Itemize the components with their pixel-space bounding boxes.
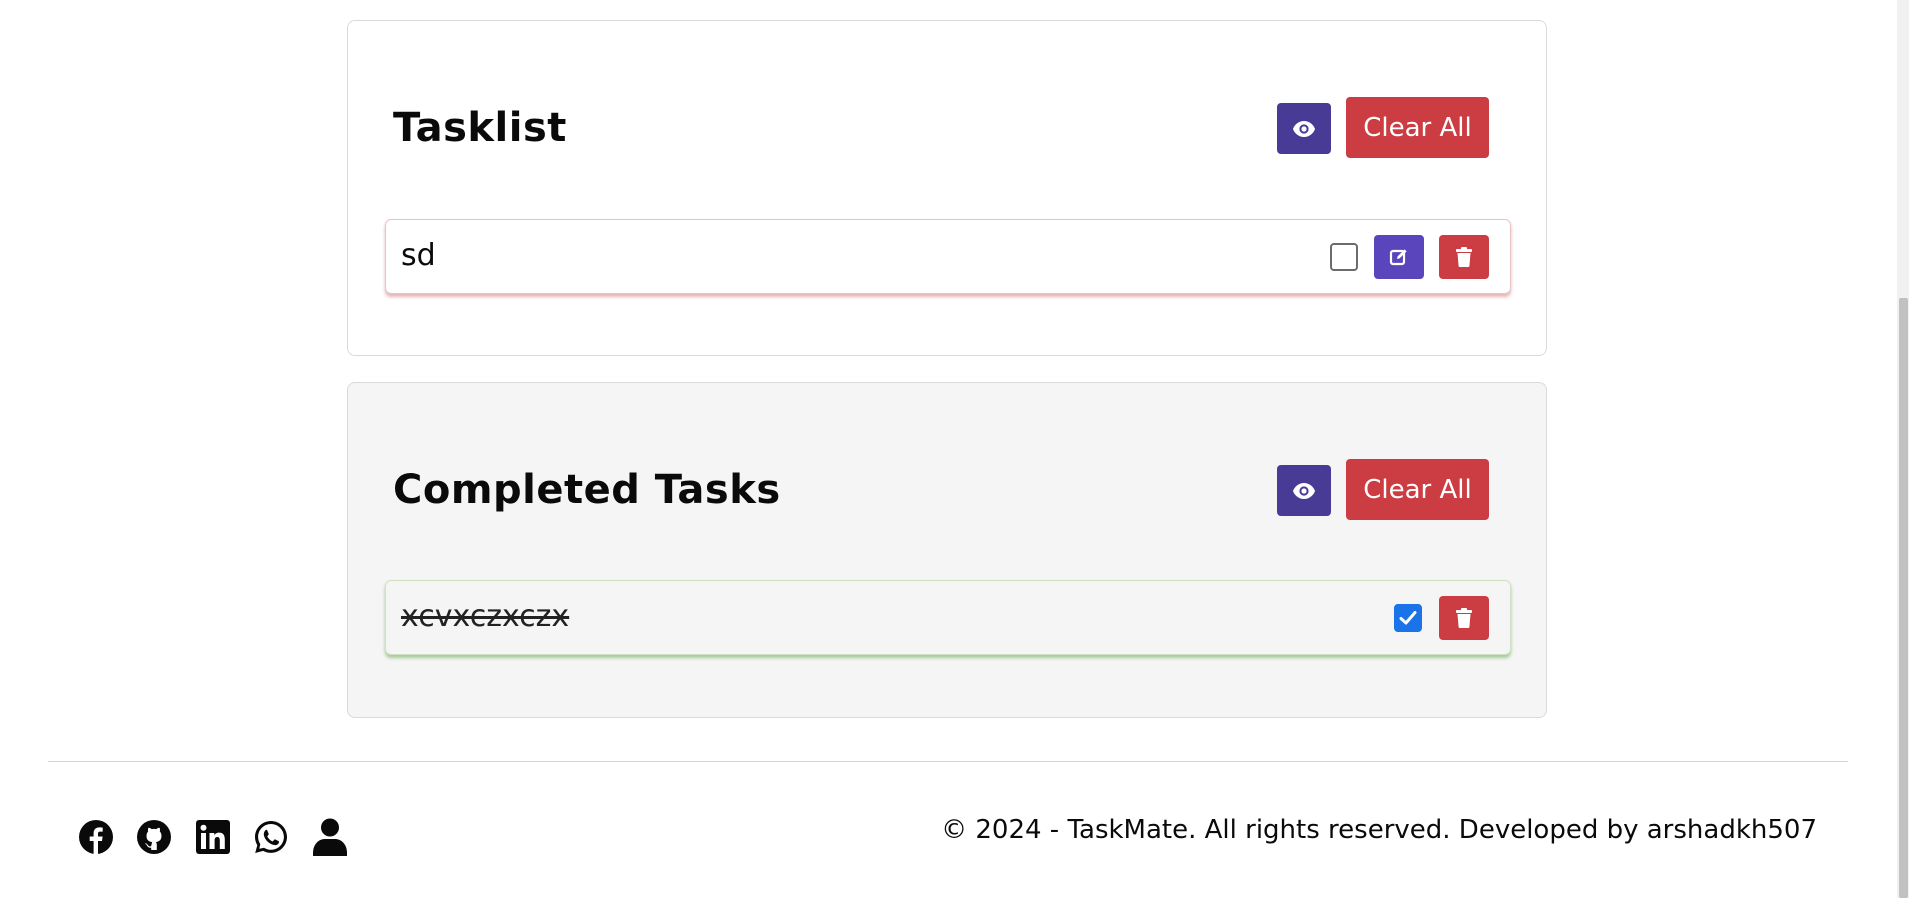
github-icon [137,820,171,854]
whatsapp-link[interactable] [252,818,290,856]
github-link[interactable] [135,818,173,856]
footer-copyright: © 2024 - TaskMate. All rights reserved. … [941,815,1817,845]
completed-task-text: xcvxczxczx [401,599,570,634]
linkedin-icon [196,820,230,854]
task-delete-button[interactable] [1439,596,1489,640]
facebook-icon [79,820,113,854]
facebook-link[interactable] [77,818,115,856]
tasklist-clear-all-button[interactable]: Clear All [1346,97,1489,158]
completed-clear-all-button[interactable]: Clear All [1346,459,1489,520]
eye-icon [1293,120,1315,137]
profile-link[interactable] [311,818,349,856]
scrollbar-thumb[interactable] [1899,298,1908,898]
task-complete-checkbox[interactable] [1394,604,1422,632]
page: Tasklist Clear All sd Completed Tasks Cl… [0,0,1909,898]
trash-icon [1456,247,1472,267]
task-complete-checkbox[interactable] [1330,243,1358,271]
completed-tasks-card: Completed Tasks Clear All xcvxczxczx [347,382,1547,718]
completed-toggle-visibility-button[interactable] [1277,465,1331,516]
task-delete-button[interactable] [1439,235,1489,279]
linkedin-link[interactable] [194,818,232,856]
edit-icon [1389,249,1407,266]
completed-tasks-title: Completed Tasks [393,467,781,513]
footer-divider [48,761,1848,762]
task-text: sd [401,238,436,273]
whatsapp-icon [255,821,287,853]
tasklist-title: Tasklist [393,105,567,151]
check-icon [1399,611,1417,625]
trash-icon [1456,608,1472,628]
user-icon [313,818,347,856]
eye-icon [1293,482,1315,499]
task-item: sd [385,219,1511,294]
task-edit-button[interactable] [1374,235,1424,279]
tasklist-toggle-visibility-button[interactable] [1277,103,1331,154]
completed-task-item: xcvxczxczx [385,580,1511,655]
tasklist-card: Tasklist Clear All sd [347,20,1547,356]
